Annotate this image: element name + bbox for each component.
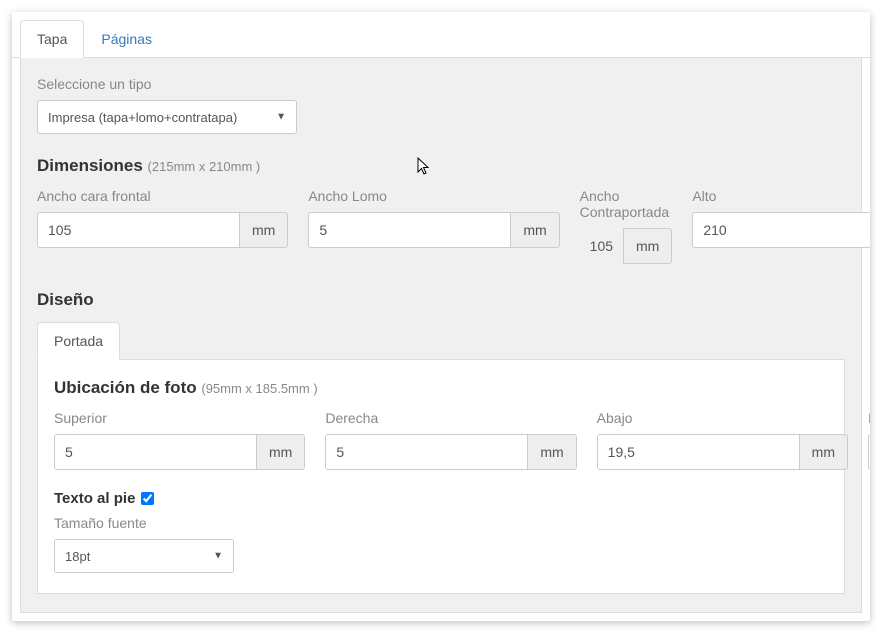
type-select[interactable]: Impresa (tapa+lomo+contratapa)	[38, 101, 268, 133]
tab-paginas[interactable]: Páginas	[84, 20, 169, 58]
design-title: Diseño	[37, 290, 845, 310]
footer-text-row: Texto al pie	[54, 490, 828, 507]
font-size-label: Tamaño fuente	[54, 515, 828, 531]
dimensions-hint: (215mm x 210mm )	[148, 159, 261, 174]
photo-hint: (95mm x 185.5mm )	[201, 381, 317, 396]
type-label: Seleccione un tipo	[37, 76, 845, 92]
izquierda-label: Izquierda	[868, 410, 870, 426]
ancho-contra-value: 105	[580, 228, 623, 264]
ancho-contra-label: Ancho Contraportada	[580, 188, 673, 220]
derecha-label: Derecha	[325, 410, 576, 426]
dimensions-row: Ancho cara frontal mm Ancho Lomo mm Anch…	[37, 188, 845, 264]
main-tabs: Tapa Páginas	[12, 12, 870, 58]
unit-mm: mm	[799, 434, 848, 470]
superior-label: Superior	[54, 410, 305, 426]
abajo-input[interactable]	[597, 434, 799, 470]
unit-mm: mm	[256, 434, 305, 470]
design-subcontent: Ubicación de foto (95mm x 185.5mm ) Supe…	[37, 360, 845, 594]
photo-row: Superior mm Derecha mm Abajo	[54, 410, 828, 470]
unit-mm: mm	[239, 212, 288, 248]
dimensions-title: Dimensiones (215mm x 210mm )	[37, 156, 845, 176]
caret-down-icon: ▼	[276, 112, 286, 123]
izquierda-input[interactable]	[868, 434, 870, 470]
font-size-select-wrap[interactable]: 18pt ▼	[54, 539, 234, 573]
tab-content: Seleccione un tipo Impresa (tapa+lomo+co…	[20, 58, 862, 613]
design-subtabs: Portada	[37, 322, 845, 360]
superior-input[interactable]	[54, 434, 256, 470]
unit-mm: mm	[527, 434, 576, 470]
alto-label: Alto	[692, 188, 870, 204]
tab-tapa[interactable]: Tapa	[20, 20, 84, 58]
ancho-frontal-input[interactable]	[37, 212, 239, 248]
config-panel: Tapa Páginas Seleccione un tipo Impresa …	[12, 12, 870, 621]
subtab-portada[interactable]: Portada	[37, 322, 120, 360]
footer-text-label: Texto al pie	[54, 490, 135, 507]
alto-input[interactable]	[692, 212, 870, 248]
derecha-input[interactable]	[325, 434, 527, 470]
unit-mm: mm	[623, 228, 672, 264]
abajo-label: Abajo	[597, 410, 848, 426]
unit-mm: mm	[510, 212, 559, 248]
type-select-wrap[interactable]: Impresa (tapa+lomo+contratapa) ▼	[37, 100, 297, 134]
font-size-select[interactable]: 18pt	[55, 540, 235, 572]
footer-text-checkbox[interactable]	[141, 492, 154, 505]
ancho-lomo-input[interactable]	[308, 212, 510, 248]
ancho-lomo-label: Ancho Lomo	[308, 188, 559, 204]
ancho-frontal-label: Ancho cara frontal	[37, 188, 288, 204]
photo-title: Ubicación de foto (95mm x 185.5mm )	[54, 378, 828, 398]
